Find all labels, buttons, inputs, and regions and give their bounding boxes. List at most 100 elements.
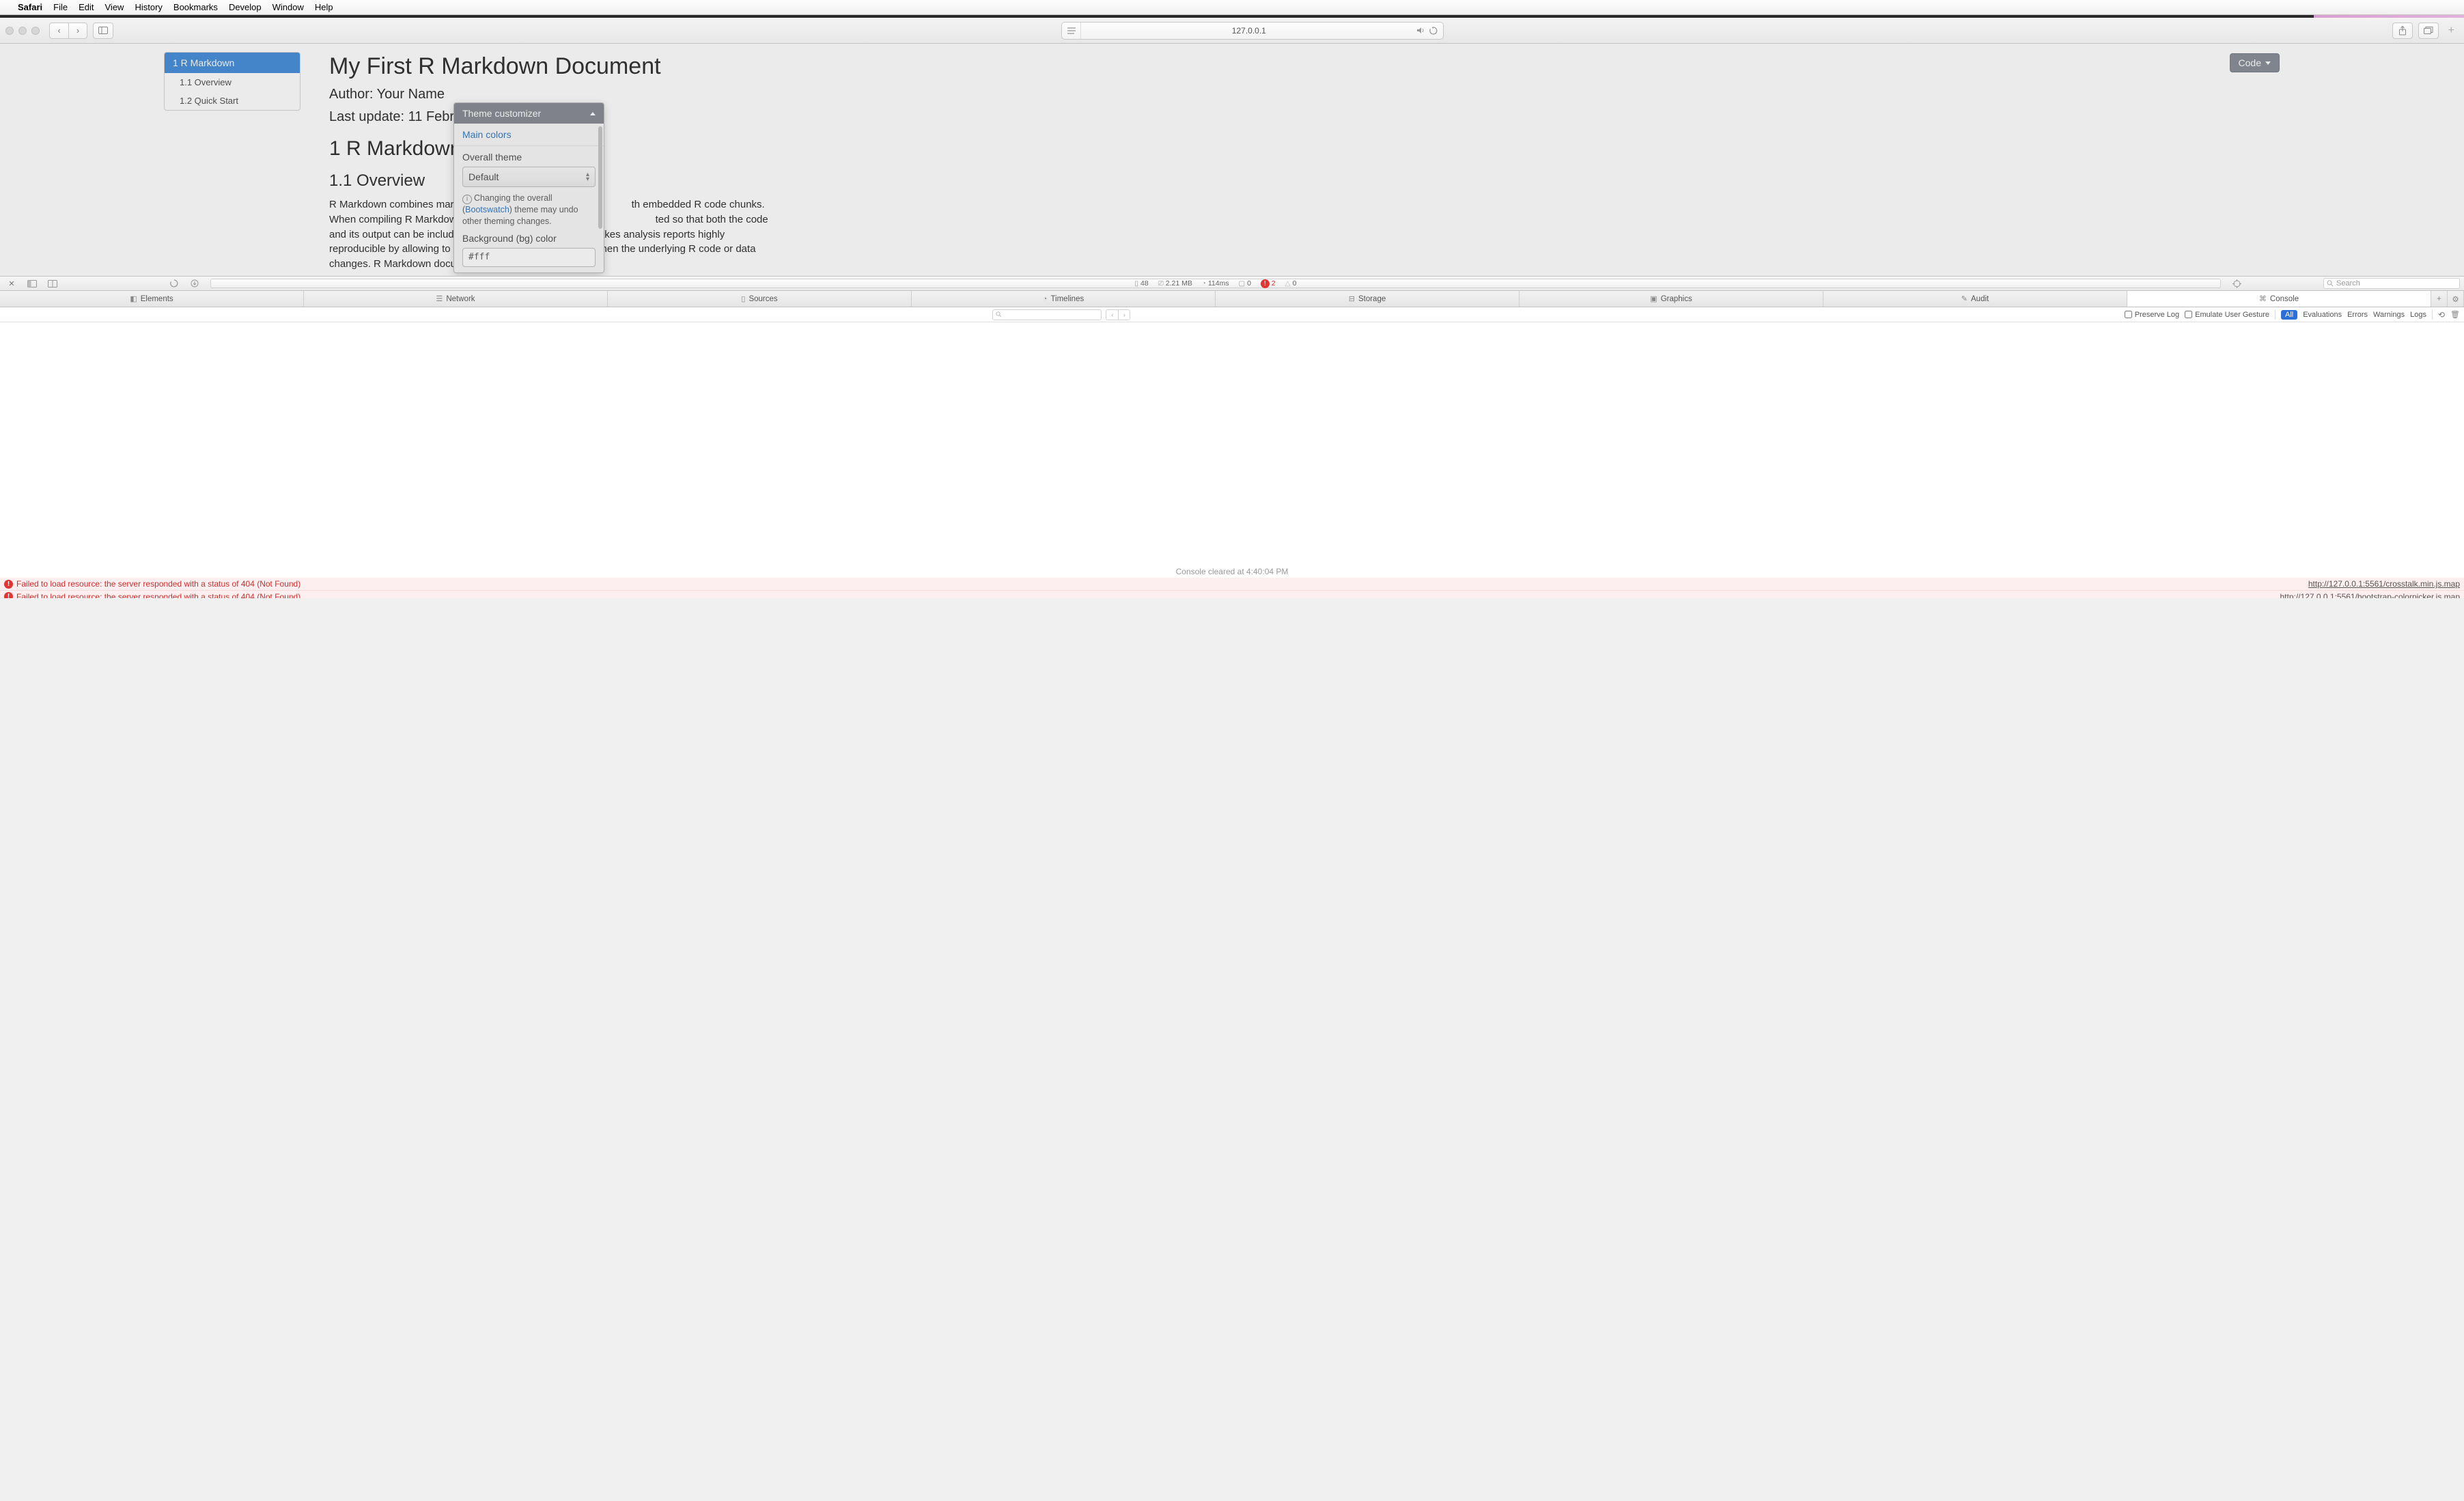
panel-scrollbar[interactable] [598, 126, 602, 229]
forward-button[interactable]: › [68, 23, 87, 39]
filter-evaluations[interactable]: Evaluations [2303, 311, 2342, 319]
address-text: 127.0.0.1 [1081, 26, 1416, 36]
console-cleared-message: Console cleared at 4:40:04 PM [0, 567, 2464, 576]
clock-icon: ◔ [1202, 280, 1206, 287]
bootswatch-link[interactable]: Bootswatch [465, 205, 509, 214]
warning-count: 0 [1293, 279, 1297, 287]
storage-icon: ⊟ [1349, 294, 1355, 303]
back-button[interactable]: ‹ [49, 23, 68, 39]
document-author: Author: Your Name [329, 87, 773, 102]
minimize-window-icon[interactable] [18, 27, 27, 35]
audio-icon[interactable] [1416, 27, 1425, 34]
element-selection-button[interactable] [2229, 277, 2244, 290]
tab-storage[interactable]: ⊟Storage [1216, 291, 1520, 307]
bg-color-input[interactable] [462, 248, 596, 267]
tab-graphics[interactable]: ▣Graphics [1520, 291, 1823, 307]
tab-timelines[interactable]: ◔Timelines [912, 291, 1216, 307]
filter-prev-button[interactable]: ‹ [1106, 309, 1118, 320]
toc-sidebar: 1 R Markdown 1.1 Overview 1.2 Quick Star… [164, 52, 300, 111]
site-settings-button[interactable] [1062, 23, 1081, 39]
tab-sources[interactable]: ▯Sources [608, 291, 912, 307]
search-icon [2327, 280, 2334, 287]
share-button[interactable] [2392, 23, 2413, 39]
overall-theme-label: Overall theme [462, 152, 596, 163]
preserve-log-checkbox[interactable]: Preserve Log [2125, 311, 2179, 319]
gear-icon: ⚙ [2452, 294, 2459, 304]
tab-network[interactable]: ☰Network [304, 291, 608, 307]
code-dropdown-button[interactable]: Code [2230, 53, 2280, 72]
menu-edit[interactable]: Edit [79, 2, 94, 12]
menu-file[interactable]: File [53, 2, 68, 12]
address-bar[interactable]: 127.0.0.1 [1061, 22, 1444, 40]
theme-customizer-panel: Theme customizer Main colors Overall the… [453, 102, 604, 273]
log-square-icon: ▢ [1239, 280, 1245, 287]
menu-history[interactable]: History [135, 2, 162, 12]
error-source-link[interactable]: http://127.0.0.1:5561/bootstrap-colorpic… [2280, 592, 2461, 599]
console-icon: ⌘ [2259, 294, 2267, 303]
new-tab-plus-button[interactable]: + [2431, 291, 2448, 307]
filter-logs[interactable]: Logs [2410, 311, 2426, 319]
devtools-toolbar: ✕ ▯48 ⎚2.21 MB ◔114ms ▢0 !2 △0 Search [0, 276, 2464, 291]
window-title-strip [0, 15, 2464, 18]
sidebar-icon [98, 27, 108, 34]
menu-lines-icon [1067, 27, 1076, 34]
overall-theme-value: Default [468, 171, 499, 182]
document-icon: ▯ [1135, 280, 1139, 287]
theme-hint: iChanging the overall (Bootswatch) theme… [462, 193, 596, 227]
filter-warnings[interactable]: Warnings [2373, 311, 2405, 319]
error-source-link[interactable]: http://127.0.0.1:5561/crosstalk.min.js.m… [2308, 579, 2460, 589]
theme-customizer-header[interactable]: Theme customizer [454, 103, 604, 124]
filter-all[interactable]: All [2281, 310, 2297, 320]
overall-theme-select[interactable]: Default ▴▾ [462, 167, 596, 187]
close-window-icon[interactable] [5, 27, 14, 35]
tab-audit[interactable]: ✎Audit [1823, 291, 2127, 307]
menu-bookmarks[interactable]: Bookmarks [173, 2, 218, 12]
error-icon: ! [4, 580, 13, 589]
error-message: Failed to load resource: the server resp… [16, 592, 300, 599]
info-icon: i [462, 195, 472, 204]
zoom-window-icon[interactable] [31, 27, 40, 35]
console-output[interactable]: Console cleared at 4:40:04 PM ! Failed t… [0, 322, 2464, 598]
menubar-app[interactable]: Safari [18, 2, 42, 12]
toc-item-quickstart[interactable]: 1.2 Quick Start [165, 92, 300, 110]
window-controls[interactable] [5, 27, 40, 35]
nav-back-forward: ‹ › [49, 23, 87, 39]
devtools-settings-button[interactable]: ⚙ [2448, 291, 2464, 307]
toc-item-rmarkdown[interactable]: 1 R Markdown [165, 53, 300, 73]
console-filter-search[interactable] [992, 309, 1102, 320]
filter-next-button[interactable]: › [1118, 309, 1130, 320]
emulate-gesture-checkbox[interactable]: Emulate User Gesture [2185, 311, 2269, 319]
code-button-label: Code [2239, 57, 2261, 68]
devtools-search[interactable]: Search [2323, 278, 2460, 289]
menu-view[interactable]: View [105, 2, 124, 12]
reload-button[interactable] [1429, 27, 1438, 35]
tabs-button[interactable] [2418, 23, 2439, 39]
menu-window[interactable]: Window [272, 2, 304, 12]
menu-help[interactable]: Help [315, 2, 333, 12]
sidebar-toggle-button[interactable] [93, 23, 113, 39]
new-tab-button[interactable]: + [2444, 25, 2459, 37]
tab-console[interactable]: ⌘Console [2127, 291, 2431, 307]
audit-icon: ✎ [1961, 294, 1968, 303]
filter-errors[interactable]: Errors [2347, 311, 2368, 319]
warning-triangle-icon: △ [1285, 279, 1291, 287]
console-error-row[interactable]: ! Failed to load resource: the server re… [0, 578, 2464, 590]
error-icon: ! [4, 592, 13, 598]
tab-elements[interactable]: ◧Elements [0, 291, 304, 307]
clear-reload-button[interactable]: ⟲ [2438, 310, 2445, 320]
dock-side-button[interactable] [25, 277, 40, 290]
clear-console-button[interactable]: 🗑 [2450, 310, 2460, 319]
error-message: Failed to load resource: the server resp… [16, 579, 300, 589]
weight-icon: ⎚ [1158, 280, 1164, 287]
reload-ignoring-cache-button[interactable] [167, 277, 182, 290]
error-count: 2 [1272, 279, 1276, 287]
theme-customizer-title: Theme customizer [462, 108, 541, 119]
console-error-row[interactable]: ! Failed to load resource: the server re… [0, 590, 2464, 598]
toc-item-overview[interactable]: 1.1 Overview [165, 73, 300, 92]
filter-step-buttons: ‹ › [1106, 309, 1130, 320]
main-colors-tab[interactable]: Main colors [454, 124, 604, 146]
download-button[interactable] [187, 277, 202, 290]
menu-develop[interactable]: Develop [229, 2, 262, 12]
dock-detach-button[interactable] [45, 277, 60, 290]
close-devtools-button[interactable]: ✕ [4, 277, 19, 290]
